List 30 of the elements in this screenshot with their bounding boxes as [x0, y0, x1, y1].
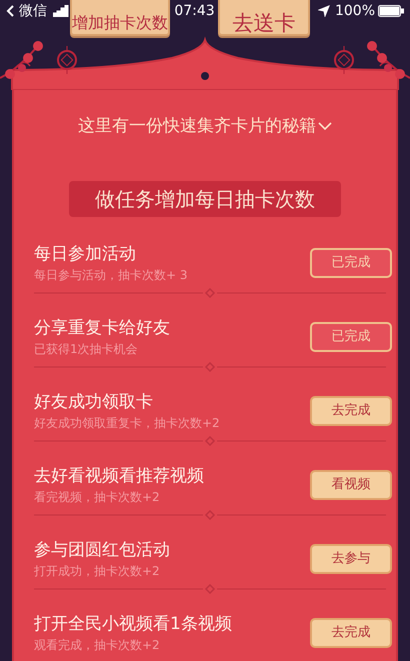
task-title: 好友成功领取卡 — [34, 391, 154, 414]
task-button[interactable]: 已完成 — [310, 248, 392, 278]
task-description: 好友成功领取重复卡，抽卡次数+2 — [34, 415, 221, 432]
tab-button[interactable]: 去送卡 — [218, 0, 310, 36]
location-icon — [318, 5, 330, 17]
back-icon — [6, 5, 16, 17]
task-title: 打开全民小视频看1条视频 — [34, 613, 233, 636]
task-description: 每日参与活动，抽卡次数+ 3 — [34, 267, 189, 284]
signal-icon — [53, 5, 71, 17]
task-description: 打开成功，抽卡次数+2 — [34, 563, 161, 580]
task-description: 看完视频，抽卡次数+2 — [34, 489, 161, 506]
task-button[interactable]: 去完成 — [310, 618, 392, 648]
section-banner: 做任务增加每日抽卡次数 — [69, 181, 341, 217]
task-button[interactable]: 去完成 — [310, 396, 392, 426]
task-description: 观看完成，抽卡次数+2 — [34, 637, 161, 654]
task-title: 每日参加活动 — [34, 243, 137, 266]
task-description: 已获得1次抽卡机会 — [34, 341, 139, 358]
battery-percent: 100% — [334, 2, 376, 20]
back-app-label[interactable]: 微信 — [19, 0, 47, 22]
battery-icon — [378, 5, 404, 17]
secret-link[interactable]: 这里有一份快速集齐卡片的秘籍 — [78, 114, 316, 138]
status-time: 07:43 — [174, 2, 215, 20]
chevron-down-icon — [318, 121, 332, 131]
task-button[interactable]: 已完成 — [310, 322, 392, 352]
task-button[interactable]: 看视频 — [310, 470, 392, 500]
task-title: 参与团圆红包活动 — [34, 539, 171, 562]
task-button[interactable]: 去参与 — [310, 544, 392, 574]
tab-button[interactable]: 增加抽卡次数 — [70, 0, 170, 36]
task-title: 分享重复卡给好友 — [34, 317, 171, 340]
task-title: 去好看视频看推荐视频 — [34, 465, 205, 488]
